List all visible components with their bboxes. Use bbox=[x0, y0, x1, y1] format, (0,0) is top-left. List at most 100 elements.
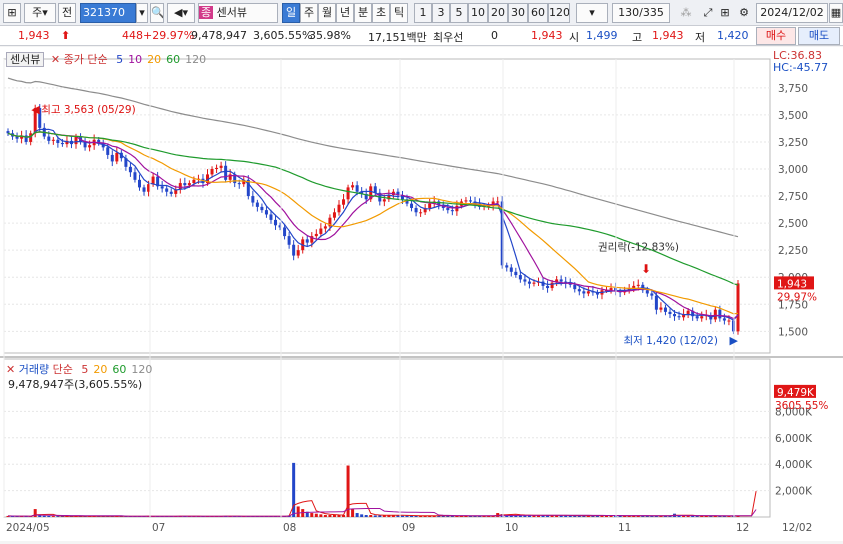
candle-body bbox=[237, 183, 241, 185]
stock-code-input[interactable]: 321370 bbox=[80, 3, 136, 23]
volume-tick-label: 2,000K bbox=[775, 486, 813, 498]
candle-body bbox=[695, 316, 699, 319]
volume-bar bbox=[400, 515, 404, 517]
stock-chart[interactable]: 3,750 3,500 3,250 3,000 2,750 2,500 2,250 2,000… bbox=[0, 47, 843, 541]
candle-body bbox=[183, 183, 187, 186]
volume-bar bbox=[378, 515, 382, 517]
calendar-icon[interactable]: ▦ bbox=[829, 3, 843, 23]
price-tick-label: 3,750 bbox=[778, 83, 808, 95]
right-arrow-icon: ▶ bbox=[729, 334, 738, 347]
high-price: 1,943 bbox=[652, 29, 684, 42]
sound-icon[interactable]: ◀▾ bbox=[167, 3, 195, 23]
period-4-button[interactable]: 분 bbox=[354, 3, 372, 23]
close-icon[interactable]: ✕ bbox=[6, 363, 15, 376]
interval-30-button[interactable]: 30 bbox=[508, 3, 528, 23]
stock-name-field[interactable]: 종 센서뷰 bbox=[198, 3, 278, 23]
low-annotation: 최저 1,420 (12/02) bbox=[623, 335, 718, 347]
prev-button[interactable]: 전 bbox=[58, 3, 76, 23]
candle-body bbox=[319, 228, 323, 234]
candle-body bbox=[142, 187, 146, 192]
candle-body bbox=[532, 282, 536, 284]
trade-value: 17,151백만 bbox=[368, 31, 427, 44]
volume-legend-sub: 단순 bbox=[52, 363, 73, 376]
candle-body bbox=[677, 316, 681, 318]
price-tick-label: 1,500 bbox=[778, 326, 808, 338]
candle-body bbox=[169, 191, 173, 194]
chart-type-icon[interactable]: ⊞ bbox=[718, 3, 732, 23]
candle-body bbox=[355, 185, 359, 192]
candle-body bbox=[224, 165, 228, 180]
market-select[interactable]: 주▾ bbox=[24, 3, 56, 23]
stock-code-dropdown-icon[interactable]: ▾ bbox=[136, 3, 148, 23]
volume-legend-title: 거래량 bbox=[18, 363, 50, 376]
period-5-button[interactable]: 초 bbox=[372, 3, 390, 23]
candle-body bbox=[668, 311, 672, 315]
interval-dropdown[interactable]: ▾ bbox=[576, 3, 608, 23]
candle-body bbox=[251, 196, 255, 203]
chart-tab[interactable]: 센서뷰 bbox=[6, 52, 45, 67]
volume-bar bbox=[314, 513, 318, 517]
current-price: 1,943 bbox=[18, 29, 50, 42]
candle-body bbox=[165, 188, 169, 192]
candle-body bbox=[283, 227, 287, 237]
x-tick-label: 12 bbox=[736, 522, 749, 534]
sell-button[interactable]: 매도 bbox=[798, 27, 840, 45]
interval-10-button[interactable]: 10 bbox=[468, 3, 488, 23]
chart-panel: 3,750 3,500 3,250 3,000 2,750 2,500 2,250 2,000… bbox=[0, 47, 843, 541]
candle-body bbox=[110, 154, 114, 162]
close-icon[interactable]: ✕ bbox=[51, 53, 60, 66]
chart-toolbar: ⊞ 주▾ 전 321370 ▾ 🔍 ◀▾ 종 센서뷰 ▾ 130/335 ⁂ ⤢… bbox=[0, 0, 843, 26]
candle-body bbox=[15, 136, 19, 139]
candle-body bbox=[274, 219, 278, 226]
candle-body bbox=[292, 244, 296, 256]
x-tick-label: 10 bbox=[505, 522, 518, 534]
interval-20-button[interactable]: 20 bbox=[488, 3, 508, 23]
x-tick-label: 2024/05 bbox=[6, 522, 50, 534]
window-menu-icon[interactable]: ⊞ bbox=[3, 3, 21, 23]
candle-body bbox=[342, 199, 346, 205]
grid-icon[interactable]: ⁂ bbox=[676, 3, 696, 23]
candle-body bbox=[296, 250, 300, 256]
interval-1-button[interactable]: 1 bbox=[414, 3, 432, 23]
interval-3-button[interactable]: 3 bbox=[432, 3, 450, 23]
down-arrow-icon: ⬇ bbox=[641, 262, 651, 276]
candle-body bbox=[505, 265, 509, 268]
interval-120-button[interactable]: 120 bbox=[548, 3, 570, 23]
volume-tick-label: 6,000K bbox=[775, 433, 813, 445]
candle-body bbox=[337, 204, 341, 213]
candle-body bbox=[187, 183, 191, 186]
high-label: 고 bbox=[632, 31, 643, 44]
candle-body bbox=[47, 136, 51, 141]
date-field[interactable]: 2024/12/02 bbox=[756, 3, 828, 23]
candle-body bbox=[56, 139, 60, 144]
period-0-button[interactable]: 일 bbox=[282, 3, 300, 23]
candle-body bbox=[654, 295, 658, 310]
volume-bar bbox=[47, 515, 51, 517]
volume: 9,478,947 bbox=[191, 29, 247, 42]
candle-body bbox=[133, 172, 137, 180]
settings-gear-icon[interactable]: ⚙ bbox=[735, 3, 753, 23]
period-6-button[interactable]: 틱 bbox=[390, 3, 408, 23]
search-icon[interactable]: 🔍 bbox=[150, 3, 164, 23]
candle-body bbox=[419, 212, 423, 214]
rights-annotation: 권리락(-12.83%) bbox=[598, 241, 679, 253]
period-3-button[interactable]: 년 bbox=[336, 3, 354, 23]
price-tag-pct: 29.97% bbox=[777, 291, 817, 303]
candle-body bbox=[115, 152, 119, 162]
period-1-button[interactable]: 주 bbox=[300, 3, 318, 23]
candle-body bbox=[428, 203, 432, 208]
zoom-icon[interactable]: ⤢ bbox=[698, 3, 718, 23]
candle-body bbox=[314, 233, 318, 237]
x-tick-label: 07 bbox=[152, 522, 165, 534]
period-2-button[interactable]: 월 bbox=[318, 3, 336, 23]
candle-body bbox=[518, 275, 522, 280]
stock-badge: 종 bbox=[199, 6, 214, 19]
volume-tag-pct: 3605.55% bbox=[775, 400, 828, 412]
low-label: 저 bbox=[695, 31, 706, 44]
interval-5-button[interactable]: 5 bbox=[450, 3, 468, 23]
buy-button[interactable]: 매수 bbox=[756, 27, 796, 45]
interval-60-button[interactable]: 60 bbox=[528, 3, 548, 23]
candle-body bbox=[215, 167, 219, 169]
candle-body bbox=[632, 285, 636, 289]
volume-bar bbox=[51, 516, 55, 517]
